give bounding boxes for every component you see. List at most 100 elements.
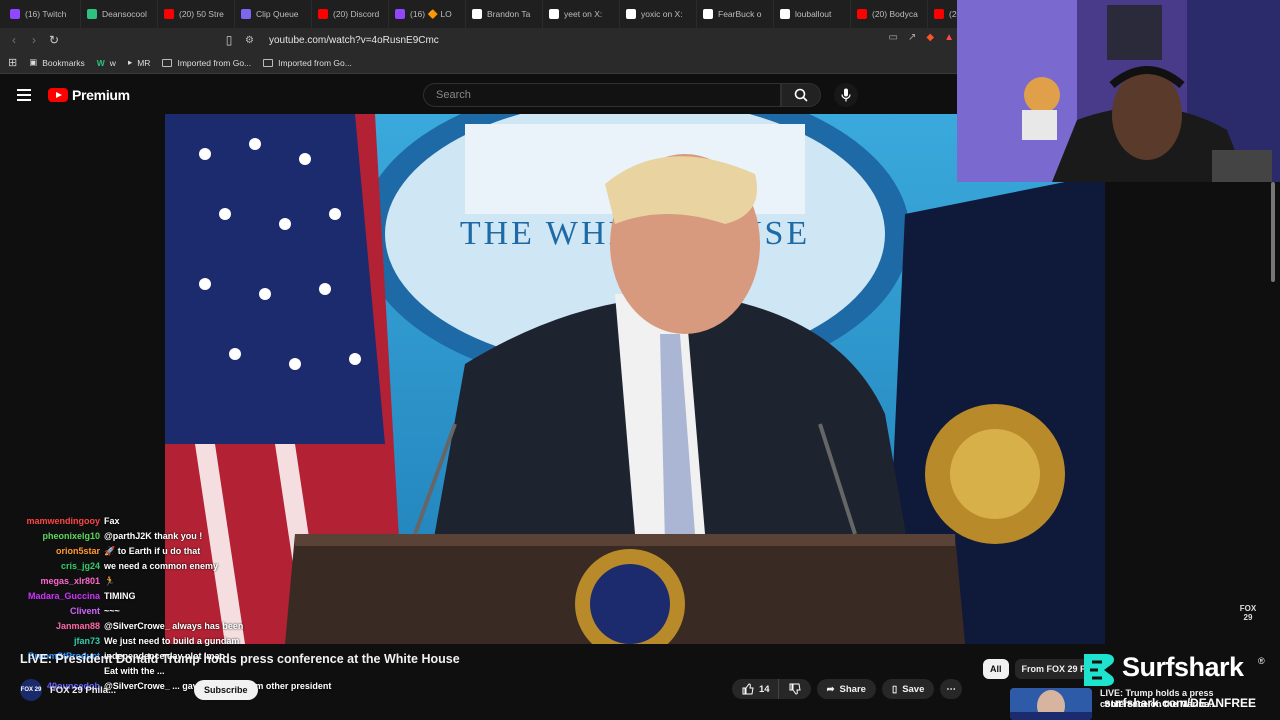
video-player[interactable]: THE WHITE HOUSE bbox=[165, 114, 1105, 644]
browser-tab[interactable]: (20) 50 Stre bbox=[158, 0, 235, 28]
back-icon[interactable]: ‹ bbox=[4, 30, 24, 50]
more-icon: ⋯ bbox=[946, 683, 956, 695]
bookmark-folder-1[interactable]: Imported from Go... bbox=[162, 58, 251, 68]
browser-tab[interactable]: (20) Discord bbox=[312, 0, 389, 28]
sponsor-brand: Surfshark bbox=[1122, 652, 1244, 682]
forward-icon[interactable]: › bbox=[24, 30, 44, 50]
tab-favicon-icon bbox=[780, 9, 790, 19]
chat-message: orion5star 🚀 to Earth if u do that bbox=[0, 544, 300, 559]
tab-label: (20) Bodyca bbox=[872, 9, 918, 19]
bookmark-icon: ▯ bbox=[891, 683, 898, 695]
tab-favicon-icon bbox=[549, 9, 559, 19]
save-button[interactable]: ▯ Save bbox=[881, 679, 935, 699]
bookmark-bookmarks[interactable]: ▣ Bookmarks bbox=[29, 57, 85, 68]
screen: (16) Twitch Deansocool (20) 50 Stre Clip Qu… bbox=[0, 0, 1280, 720]
voice-search-button[interactable] bbox=[834, 83, 858, 107]
site-info-icon[interactable]: ⚙ bbox=[245, 35, 259, 46]
subscribe-button[interactable]: Subscribe bbox=[194, 680, 258, 700]
chat-username[interactable]: Clivent bbox=[0, 604, 104, 619]
youtube-header: Premium Search bbox=[0, 76, 960, 114]
rewards-icon[interactable]: ▲ bbox=[944, 32, 954, 43]
w-icon: W bbox=[96, 57, 105, 68]
browser-tab[interactable]: (16) 🔶 LO bbox=[389, 0, 466, 28]
fox29-watermark: FOX 29 bbox=[1239, 604, 1257, 622]
sponsor-url: surfshark.com/DEANFREE bbox=[1104, 696, 1257, 710]
tab-label: (20) Discord bbox=[333, 9, 380, 19]
tab-favicon-icon bbox=[241, 9, 251, 19]
address-bar[interactable]: ⚙ youtube.com/watch?v=4oRusnE9Cmc bbox=[245, 31, 945, 49]
browser-tab[interactable]: louballout bbox=[774, 0, 851, 28]
chat-username[interactable]: megas_xlr801 bbox=[0, 574, 104, 589]
browser-tab[interactable]: yeet on X: bbox=[543, 0, 620, 28]
channel-row: FOX 29 FOX 29 Phila... Subscribe bbox=[20, 679, 258, 701]
tab-label: yoxic on X: bbox=[641, 9, 683, 19]
tab-favicon-icon bbox=[472, 9, 482, 19]
chat-username[interactable]: Madara_Guccina bbox=[0, 589, 104, 604]
sponsor-overlay: Surfshark ® surfshark.com/DEANFREE bbox=[1080, 648, 1280, 720]
reload-icon[interactable]: ↻ bbox=[44, 30, 64, 50]
search-button[interactable] bbox=[781, 83, 821, 107]
share-arrow-icon: ➦ bbox=[826, 683, 835, 695]
chat-message: Janman88 @SilverCrowe_ always has been bbox=[0, 619, 300, 634]
browser-tab[interactable]: (16) Twitch bbox=[4, 0, 81, 28]
browser-tab[interactable]: yoxic on X: bbox=[620, 0, 697, 28]
chat-text: @SilverCrowe_ always has been bbox=[104, 621, 244, 631]
apps-icon[interactable]: ⊞ bbox=[8, 56, 17, 69]
chat-text: TIMING bbox=[104, 591, 136, 601]
browser-tab[interactable]: (20) Bodyca bbox=[851, 0, 928, 28]
search-icon bbox=[794, 88, 808, 102]
chat-message: jfan73 We just need to build a gundam bbox=[0, 634, 300, 649]
browser-tab[interactable]: FearBuck o bbox=[697, 0, 774, 28]
tab-label: (20) 50 Stre bbox=[179, 9, 224, 19]
tab-favicon-icon bbox=[87, 9, 97, 19]
browser-tab[interactable]: Brandon Ta bbox=[466, 0, 543, 28]
chat-username[interactable]: orion5star bbox=[0, 544, 104, 559]
youtube-play-icon bbox=[48, 88, 68, 102]
dislike-button[interactable] bbox=[777, 679, 811, 699]
bookmark-page-icon[interactable]: ▯ bbox=[219, 30, 239, 50]
browser-tab[interactable]: Clip Queue bbox=[235, 0, 312, 28]
chat-message: Madara_Guccina TIMING bbox=[0, 589, 300, 604]
bookmarks-icon: ▣ bbox=[29, 57, 38, 67]
tab-favicon-icon bbox=[10, 9, 20, 19]
scrollbar-thumb[interactable] bbox=[1271, 182, 1275, 282]
chat-text: we need a common enemy bbox=[104, 561, 219, 571]
brave-shield-icon[interactable]: ◆ bbox=[926, 32, 934, 43]
tab-label: louballout bbox=[795, 9, 832, 19]
chat-username[interactable]: cris_jg24 bbox=[0, 559, 104, 574]
tab-favicon-icon bbox=[164, 9, 174, 19]
toolbar-icons: ▭ ↗ ◆ ▲ bbox=[889, 32, 954, 43]
page-scrollbar[interactable] bbox=[1271, 182, 1276, 720]
tab-label: (16) 🔶 LO bbox=[410, 8, 452, 19]
chat-username[interactable]: jfan73 bbox=[0, 634, 104, 649]
more-actions-button[interactable]: ⋯ bbox=[940, 679, 962, 699]
chat-message: mamwendingooy Fax bbox=[0, 514, 300, 529]
browser-tab[interactable]: Deansocool bbox=[81, 0, 158, 28]
menu-icon[interactable] bbox=[17, 89, 31, 104]
tab-favicon-icon bbox=[395, 9, 405, 19]
chat-message: pheonixelg10 @parthJ2K thank you ! bbox=[0, 529, 300, 544]
bookmark-w[interactable]: W w bbox=[97, 58, 116, 68]
chat-username[interactable] bbox=[0, 664, 104, 679]
microphone-icon bbox=[841, 88, 851, 102]
chat-username[interactable]: mamwendingooy bbox=[0, 514, 104, 529]
channel-name[interactable]: FOX 29 Phila... bbox=[50, 685, 116, 696]
like-button[interactable]: 14 bbox=[732, 679, 778, 699]
tab-label: yeet on X: bbox=[564, 9, 603, 19]
chip-all[interactable]: All bbox=[983, 659, 1009, 679]
thumbs-down-icon bbox=[789, 683, 801, 695]
mr-icon: ▸ bbox=[127, 57, 133, 67]
youtube-logo[interactable]: Premium bbox=[48, 87, 130, 103]
chat-message: cris_jg24 we need a common enemy bbox=[0, 559, 300, 574]
chat-text: 🏃 bbox=[104, 576, 116, 586]
cast-icon[interactable]: ▭ bbox=[889, 32, 898, 43]
chat-username[interactable]: Janman88 bbox=[0, 619, 104, 634]
search-input[interactable]: Search bbox=[423, 83, 781, 107]
share-icon[interactable]: ↗ bbox=[908, 32, 916, 43]
share-button[interactable]: ➦ Share bbox=[816, 679, 876, 699]
bookmark-folder-2[interactable]: Imported from Go... bbox=[263, 58, 352, 68]
channel-avatar[interactable]: FOX 29 bbox=[20, 679, 42, 701]
video-title: LIVE: President Donald Trump holds press… bbox=[20, 652, 460, 666]
bookmark-mr[interactable]: ▸ MR bbox=[128, 57, 151, 68]
chat-username[interactable]: pheonixelg10 bbox=[0, 529, 104, 544]
